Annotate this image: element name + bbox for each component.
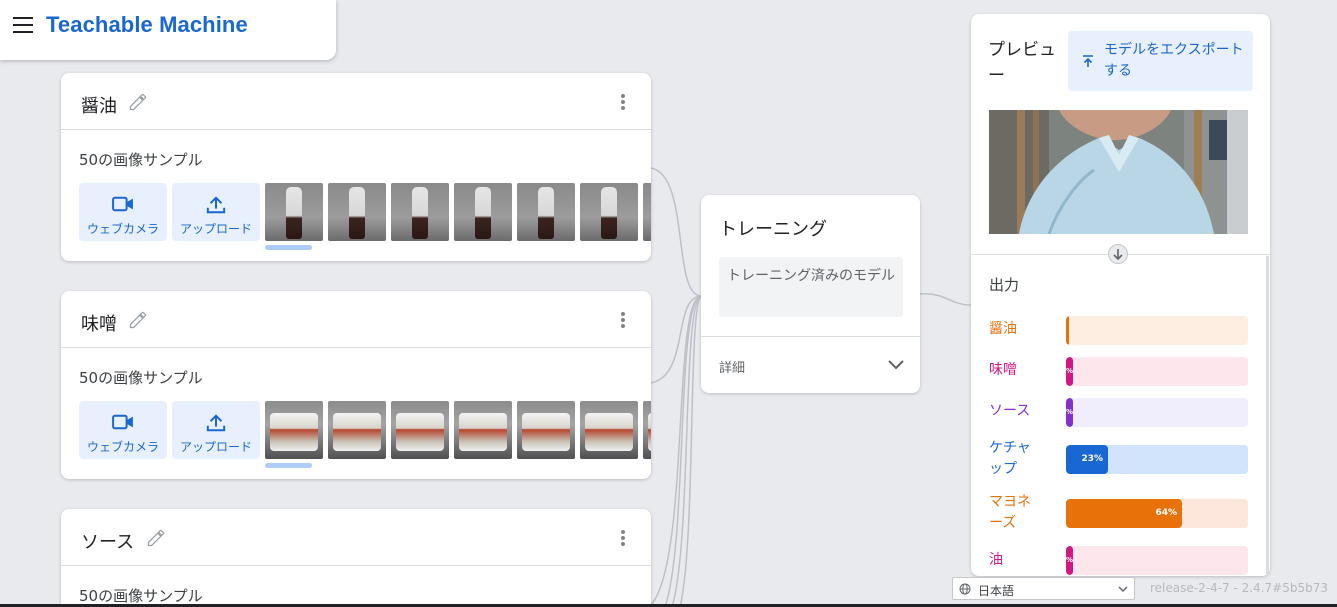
training-title: トレーニング xyxy=(719,219,827,240)
confidence-bar-track: % xyxy=(1066,546,1248,575)
upload-label: アップロード xyxy=(179,222,252,236)
webcam-label: ウェブカメラ xyxy=(86,440,159,454)
webcam-preview xyxy=(989,110,1248,234)
arrow-down-icon[interactable] xyxy=(1108,244,1128,264)
edit-pencil-icon[interactable] xyxy=(128,310,148,330)
class-card-soy-sauce: 醤油 50の画像サンプル ウェブカメラ アップロード xyxy=(61,73,651,261)
confidence-bar-track xyxy=(1066,316,1248,345)
confidence-bar-track: % xyxy=(1066,398,1248,427)
class-name[interactable]: ソース xyxy=(81,528,134,554)
preview-title: プレビュー xyxy=(988,40,1056,86)
card-header: ソース xyxy=(61,509,651,566)
train-model-button[interactable]: トレーニング済みのモデル xyxy=(719,257,903,317)
app-header: Teachable Machine xyxy=(0,0,336,60)
export-model-button[interactable]: モデルをエクスポートする xyxy=(1068,31,1253,91)
confidence-bar: % xyxy=(1066,546,1073,575)
card-header: 醤油 xyxy=(61,73,651,130)
more-options-icon[interactable] xyxy=(621,94,625,110)
sample-thumbnail[interactable] xyxy=(265,183,323,241)
sample-thumbnail[interactable] xyxy=(391,183,449,241)
edit-pencil-icon[interactable] xyxy=(146,528,166,548)
output-label: 醤油 xyxy=(989,321,1017,337)
class-name[interactable]: 醤油 xyxy=(81,92,117,118)
thumbnail-scroll-indicator[interactable] xyxy=(265,463,312,468)
more-options-icon[interactable] xyxy=(621,530,625,546)
card-header: 味噌 xyxy=(61,291,651,348)
video-camera-icon xyxy=(112,196,133,212)
sample-count: 50の画像サンプル xyxy=(79,151,203,169)
webcam-button[interactable]: ウェブカメラ xyxy=(79,183,167,241)
chevron-down-icon xyxy=(1118,586,1128,592)
output-label: ケチャップ xyxy=(989,440,1031,477)
confidence-bar: 64% xyxy=(1066,499,1182,528)
video-camera-icon xyxy=(112,414,133,430)
confidence-bar-track: % xyxy=(1066,357,1248,386)
output-label: マヨネーズ xyxy=(989,494,1031,531)
confidence-bar: % xyxy=(1066,357,1073,386)
confidence-bar-track: 23% xyxy=(1066,445,1248,474)
sample-count: 50の画像サンプル xyxy=(79,369,203,387)
preview-panel: プレビュー モデルをエクスポートする 出力 醤油 味噌 % ソース % ケチャッ… xyxy=(971,14,1270,576)
language-select[interactable]: 日本語 xyxy=(952,577,1135,600)
version-text: release-2-4-7 - 2.4.7#5b5b73 xyxy=(1150,581,1328,595)
globe-icon xyxy=(959,583,971,595)
output-label: ソース xyxy=(989,403,1031,419)
sample-count: 50の画像サンプル xyxy=(79,587,203,605)
divider xyxy=(701,336,920,337)
output-label: 油 xyxy=(989,552,1003,568)
sample-thumbnail[interactable] xyxy=(643,183,651,241)
sample-thumbnail[interactable] xyxy=(328,401,386,459)
confidence-bar: % xyxy=(1066,398,1073,427)
sample-thumbnail[interactable] xyxy=(265,401,323,459)
upload-label: アップロード xyxy=(179,440,252,454)
more-options-icon[interactable] xyxy=(621,312,625,328)
confidence-bar-track: 64% xyxy=(1066,499,1248,528)
upload-icon xyxy=(206,414,226,432)
training-card: トレーニング トレーニング済みのモデル 詳細 xyxy=(701,195,920,393)
upload-icon xyxy=(206,196,226,214)
sample-thumbnail[interactable] xyxy=(328,183,386,241)
sample-thumbnail[interactable] xyxy=(391,401,449,459)
chevron-down-icon[interactable] xyxy=(887,358,905,370)
menu-icon[interactable] xyxy=(13,17,33,33)
language-value: 日本語 xyxy=(978,584,1015,598)
confidence-bar xyxy=(1066,316,1069,345)
scrollbar[interactable] xyxy=(1266,256,1269,574)
upload-button[interactable]: アップロード xyxy=(172,401,260,459)
advanced-details-label[interactable]: 詳細 xyxy=(719,357,745,376)
sample-thumbnail[interactable] xyxy=(454,183,512,241)
sample-thumbnail[interactable] xyxy=(517,183,575,241)
sample-thumbnail[interactable] xyxy=(454,401,512,459)
thumbnail-scroll-indicator[interactable] xyxy=(265,245,312,250)
edit-pencil-icon[interactable] xyxy=(128,92,148,112)
sample-thumbnail[interactable] xyxy=(517,401,575,459)
confidence-bar: 23% xyxy=(1066,445,1108,474)
sample-thumbnail[interactable] xyxy=(580,401,638,459)
webcam-label: ウェブカメラ xyxy=(86,222,159,236)
webcam-feed-image xyxy=(989,110,1248,234)
class-name[interactable]: 味噌 xyxy=(81,310,117,336)
upload-button[interactable]: アップロード xyxy=(172,183,260,241)
app-title[interactable]: Teachable Machine xyxy=(46,12,248,38)
export-icon xyxy=(1083,55,1093,67)
output-label: 味噌 xyxy=(989,362,1017,378)
class-card-miso: 味噌 50の画像サンプル ウェブカメラ アップロード xyxy=(61,291,651,479)
webcam-button[interactable]: ウェブカメラ xyxy=(79,401,167,459)
class-card-sauce: ソース 50の画像サンプル xyxy=(61,509,651,607)
sample-thumbnail[interactable] xyxy=(643,401,651,459)
output-title: 出力 xyxy=(989,276,1020,294)
sample-thumbnail[interactable] xyxy=(580,183,638,241)
export-label: モデルをエクスポートする xyxy=(1104,42,1244,79)
